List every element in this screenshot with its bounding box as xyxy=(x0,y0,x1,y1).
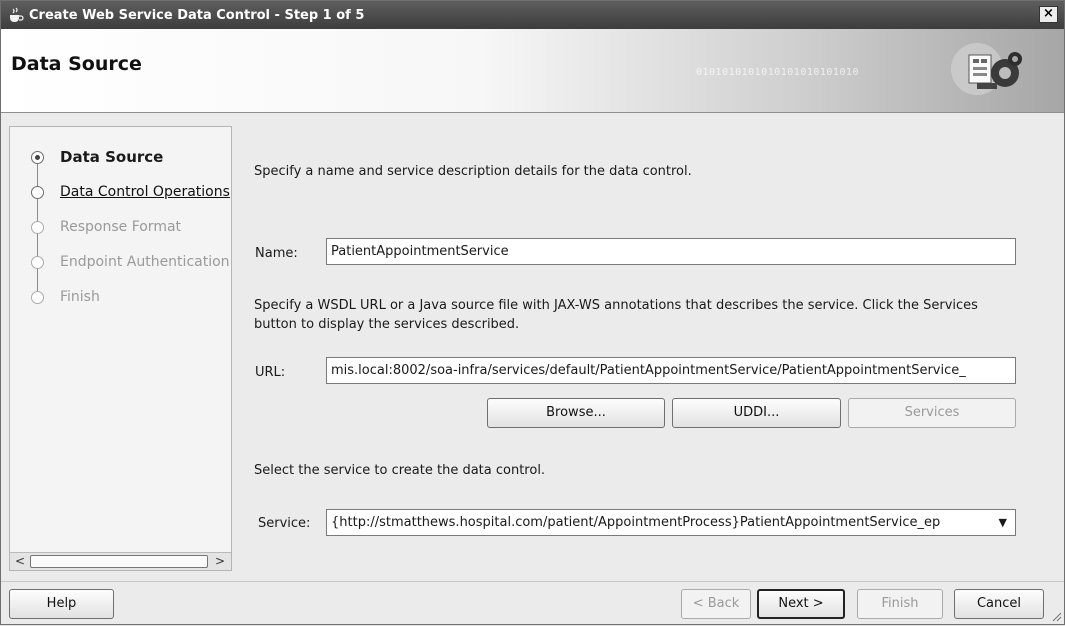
create-web-service-data-control-dialog: Create Web Service Data Control - Step 1… xyxy=(0,0,1065,625)
dropdown-arrow-icon[interactable]: ▼ xyxy=(999,510,1007,535)
services-button[interactable]: Services xyxy=(848,398,1016,428)
step-icon xyxy=(31,290,44,304)
url-label: URL: xyxy=(255,365,286,380)
next-button[interactable]: Next > xyxy=(757,589,845,619)
nav-step-endpoint-authentication: Endpoint Authentication xyxy=(10,245,231,279)
finish-button[interactable]: Finish xyxy=(857,589,943,619)
service-label: Service: xyxy=(258,516,311,531)
nav-step-finish: Finish xyxy=(10,280,231,314)
header-gears-graphic-icon xyxy=(949,37,1029,107)
nav-step-data-source[interactable]: Data Source xyxy=(10,140,231,174)
page-title: Data Source xyxy=(11,53,142,75)
name-input[interactable]: PatientAppointmentService xyxy=(326,238,1016,265)
current-step-icon xyxy=(31,150,44,164)
wsdl-help-text: Specify a WSDL URL or a Java source file… xyxy=(254,298,978,332)
step-icon xyxy=(31,255,44,269)
nav-horizontal-scrollbar[interactable]: < > xyxy=(10,552,231,570)
scroll-left-icon[interactable]: < xyxy=(15,554,25,568)
window-title: Create Web Service Data Control - Step 1… xyxy=(29,7,365,23)
nav-step-label: Response Format xyxy=(60,219,182,235)
url-value: mis.local:8002/soa-infra/services/defaul… xyxy=(331,363,966,378)
step-icon xyxy=(31,220,44,234)
title-bar[interactable]: Create Web Service Data Control - Step 1… xyxy=(1,1,1064,29)
nav-step-label: Data Control Operations xyxy=(60,184,230,200)
wizard-steps-panel: Data Source Data Control Operations Resp… xyxy=(9,126,232,571)
jdeveloper-cup-icon xyxy=(7,7,25,23)
footer-separator xyxy=(1,581,1064,582)
nav-step-response-format: Response Format xyxy=(10,210,231,244)
select-service-text: Select the service to create the data co… xyxy=(254,463,546,478)
intro-text: Specify a name and service description d… xyxy=(254,164,692,179)
scrollbar-thumb[interactable] xyxy=(30,555,208,568)
nav-step-data-control-operations[interactable]: Data Control Operations xyxy=(10,175,231,209)
nav-step-label: Endpoint Authentication xyxy=(60,254,230,270)
cancel-button[interactable]: Cancel xyxy=(954,589,1044,619)
service-select[interactable]: {http://stmatthews.hospital.com/patient/… xyxy=(326,509,1016,536)
name-label: Name: xyxy=(255,246,298,261)
wizard-content: Specify a name and service description d… xyxy=(245,126,1025,576)
header-binary-decoration: 0101010101010101010101010 xyxy=(696,67,860,78)
scroll-right-icon[interactable]: > xyxy=(215,554,225,568)
help-button[interactable]: Help xyxy=(9,589,114,619)
url-input[interactable]: mis.local:8002/soa-infra/services/defaul… xyxy=(326,357,1016,384)
uddi-button[interactable]: UDDI... xyxy=(672,398,841,428)
step-icon xyxy=(31,185,44,199)
nav-step-label: Finish xyxy=(60,289,100,305)
close-button[interactable]: × xyxy=(1039,6,1058,23)
browse-button[interactable]: Browse... xyxy=(487,398,665,428)
wizard-header: Data Source 0101010101010101010101010 xyxy=(1,29,1064,113)
resize-grip-icon[interactable] xyxy=(1050,610,1062,622)
nav-step-label: Data Source xyxy=(60,148,164,166)
service-select-value: {http://stmatthews.hospital.com/patient/… xyxy=(331,515,941,530)
back-button[interactable]: < Back xyxy=(681,589,751,619)
